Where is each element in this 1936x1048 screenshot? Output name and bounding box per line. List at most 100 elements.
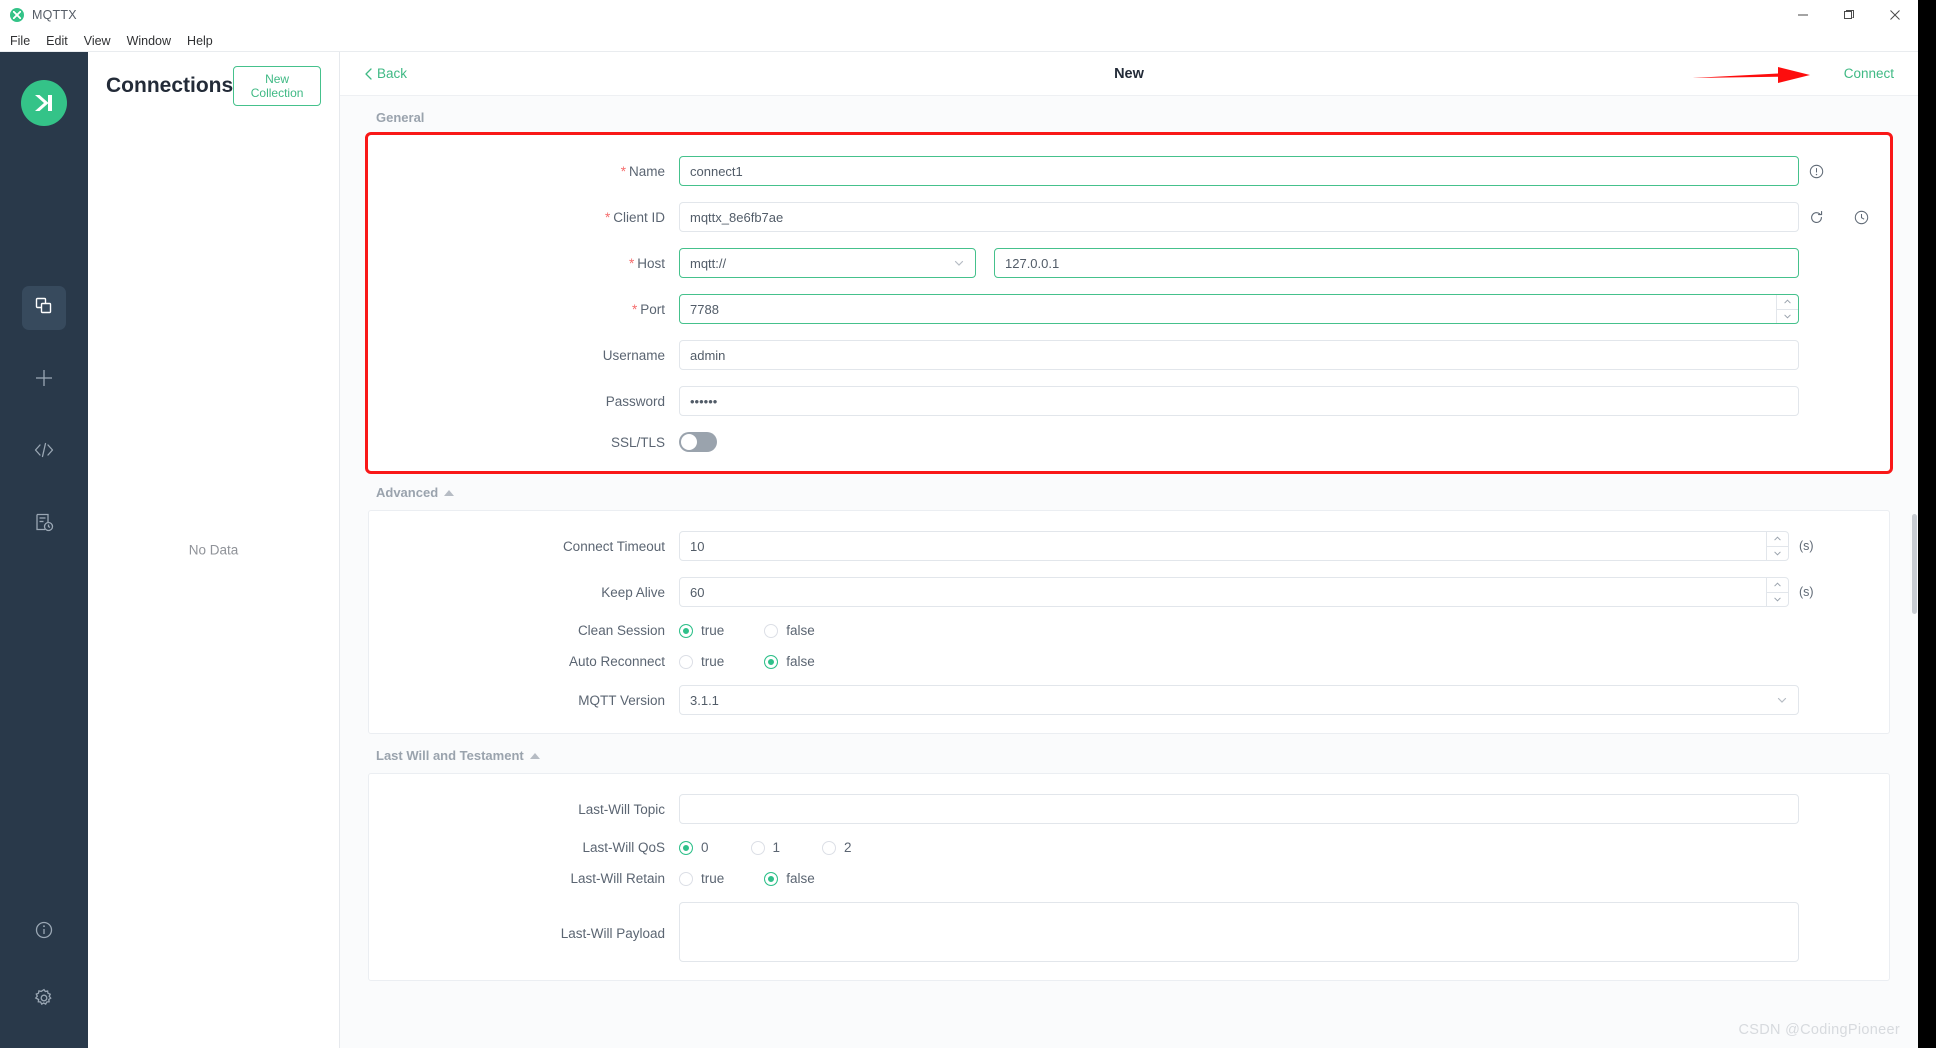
clock-icon[interactable]: [1833, 210, 1889, 225]
last-will-qos-label: Last-Will QoS: [582, 840, 665, 855]
host-address-input[interactable]: 127.0.0.1: [994, 248, 1799, 278]
title-bar: MQTTX: [0, 0, 1918, 30]
last-will-card: Last-Will Topic Last-Will QoS 0 1 2 Last…: [368, 773, 1890, 981]
connect-timeout-suffix: (s): [1799, 539, 1814, 553]
field-row-port: * Port 7788: [369, 294, 1889, 324]
field-row-name: * Name connect1: [369, 156, 1889, 186]
sidebar-item-settings[interactable]: [22, 978, 66, 1022]
connect-timeout-stepper[interactable]: [1766, 532, 1788, 560]
field-row-host: * Host mqtt:// 127.0.0.1: [369, 248, 1889, 278]
back-button[interactable]: Back: [364, 66, 407, 81]
scrollbar-thumb[interactable]: [1912, 514, 1917, 614]
name-input[interactable]: connect1: [679, 156, 1799, 186]
sidebar-item-about[interactable]: [22, 910, 66, 954]
auto-reconnect-radio-false[interactable]: false: [764, 654, 815, 669]
close-icon[interactable]: [1872, 0, 1918, 30]
name-label: * Name: [620, 163, 665, 179]
keep-alive-input[interactable]: 60: [679, 577, 1789, 607]
general-card: * Name connect1 * Client ID mqttx_8e6fb7…: [365, 132, 1893, 474]
keep-alive-value: 60: [690, 584, 705, 600]
port-stepper-down-icon[interactable]: [1777, 310, 1798, 324]
auto-reconnect-label: Auto Reconnect: [568, 654, 665, 669]
password-label: Password: [605, 393, 665, 409]
new-collection-button[interactable]: New Collection: [233, 66, 321, 106]
mqtt-version-value: 3.1.1: [690, 692, 719, 708]
back-button-label: Back: [377, 66, 408, 81]
radio-dot-icon: [679, 654, 693, 669]
clean-session-radio-group: true false: [679, 623, 855, 638]
menu-item-view[interactable]: View: [84, 34, 111, 48]
radio-dot-icon: [679, 840, 693, 855]
last-will-qos-radio-1[interactable]: 1: [750, 840, 780, 855]
mqtt-version-select[interactable]: 3.1.1: [679, 685, 1799, 715]
info-circle-icon[interactable]: [1799, 164, 1833, 179]
username-label: Username: [602, 347, 665, 363]
connect-timeout-label: Connect Timeout: [562, 538, 665, 554]
field-row-password: Password ••••••: [369, 386, 1889, 416]
sidebar-item-scripts[interactable]: [22, 430, 66, 474]
port-input[interactable]: 7788: [679, 294, 1799, 324]
refresh-icon[interactable]: [1799, 210, 1833, 225]
window-controls: [1780, 0, 1918, 30]
maximize-icon[interactable]: [1826, 0, 1872, 30]
mqttx-brand-logo-icon: [21, 80, 67, 126]
mqttx-logo-icon: [10, 8, 24, 22]
keep-alive-suffix: (s): [1799, 585, 1814, 599]
connect-timeout-value: 10: [690, 538, 705, 554]
last-will-qos-radio-0[interactable]: 0: [679, 840, 709, 855]
sidebar-item-connections[interactable]: [22, 286, 66, 330]
keep-alive-stepper-down-icon[interactable]: [1767, 593, 1788, 607]
ssl-tls-toggle[interactable]: [679, 432, 717, 452]
username-input[interactable]: admin: [679, 340, 1799, 370]
menu-item-window[interactable]: Window: [127, 34, 171, 48]
host-address-value: 127.0.0.1: [1005, 255, 1060, 271]
caret-up-icon: [529, 752, 540, 759]
last-will-section-header[interactable]: Last Will and Testament: [368, 734, 1890, 773]
host-protocol-select[interactable]: mqtt://: [679, 248, 976, 278]
menu-item-edit[interactable]: Edit: [46, 34, 68, 48]
advanced-section-header[interactable]: Advanced: [368, 471, 1890, 510]
port-stepper-up-icon[interactable]: [1777, 295, 1798, 310]
sidebar-item-log[interactable]: [22, 502, 66, 546]
keep-alive-stepper[interactable]: [1766, 578, 1788, 606]
menu-item-file[interactable]: File: [10, 34, 30, 48]
clean-session-radio-true[interactable]: true: [679, 623, 724, 638]
clean-session-radio-false[interactable]: false: [764, 623, 815, 638]
port-stepper[interactable]: [1776, 295, 1798, 323]
required-asterisk: *: [628, 255, 635, 271]
last-will-topic-input[interactable]: [679, 794, 1799, 824]
sidebar-item-new-connection[interactable]: [22, 358, 66, 402]
last-will-retain-radio-true[interactable]: true: [679, 871, 724, 886]
last-will-qos-radio-2[interactable]: 2: [822, 840, 852, 855]
last-will-retain-option-false-label: false: [786, 871, 815, 886]
advanced-card: Connect Timeout 10 (s) Keep Alive 60 (s)…: [368, 510, 1890, 734]
new-connection-title: New: [1114, 65, 1144, 82]
general-section: General * Name connect1 * Client ID mqtt…: [340, 96, 1918, 474]
password-input[interactable]: ••••••: [679, 386, 1799, 416]
connections-panel: Connections New Collection No Data: [88, 52, 340, 1048]
gear-icon: [34, 988, 54, 1013]
chevron-left-icon: [365, 67, 372, 80]
auto-reconnect-radio-true[interactable]: true: [679, 654, 724, 669]
field-row-last-will-qos: Last-Will QoS 0 1 2: [369, 840, 1889, 855]
connect-button[interactable]: Connect: [1844, 66, 1894, 81]
window-title: MQTTX: [32, 8, 77, 22]
keep-alive-stepper-up-icon[interactable]: [1767, 578, 1788, 593]
connect-timeout-input[interactable]: 10: [679, 531, 1789, 561]
last-will-payload-textarea[interactable]: [679, 902, 1799, 962]
field-row-username: Username admin: [369, 340, 1889, 370]
scrollbar-track[interactable]: [1911, 96, 1918, 1048]
main-content: Back New Connect General * Name connect1…: [340, 52, 1918, 1048]
radio-dot-icon: [679, 871, 693, 886]
client-id-input[interactable]: mqttx_8e6fb7ae: [679, 202, 1799, 232]
chevron-down-icon: [1776, 694, 1788, 706]
menu-item-help[interactable]: Help: [187, 34, 213, 48]
minimize-icon[interactable]: [1780, 0, 1826, 30]
connections-header: Connections New Collection: [88, 52, 339, 116]
connect-timeout-stepper-up-icon[interactable]: [1767, 532, 1788, 547]
host-protocol-value: mqtt://: [690, 255, 727, 271]
connect-timeout-stepper-down-icon[interactable]: [1767, 547, 1788, 561]
menu-bar: File Edit View Window Help: [0, 30, 1918, 52]
auto-reconnect-option-true-label: true: [701, 654, 725, 669]
last-will-retain-radio-false[interactable]: false: [764, 871, 815, 886]
